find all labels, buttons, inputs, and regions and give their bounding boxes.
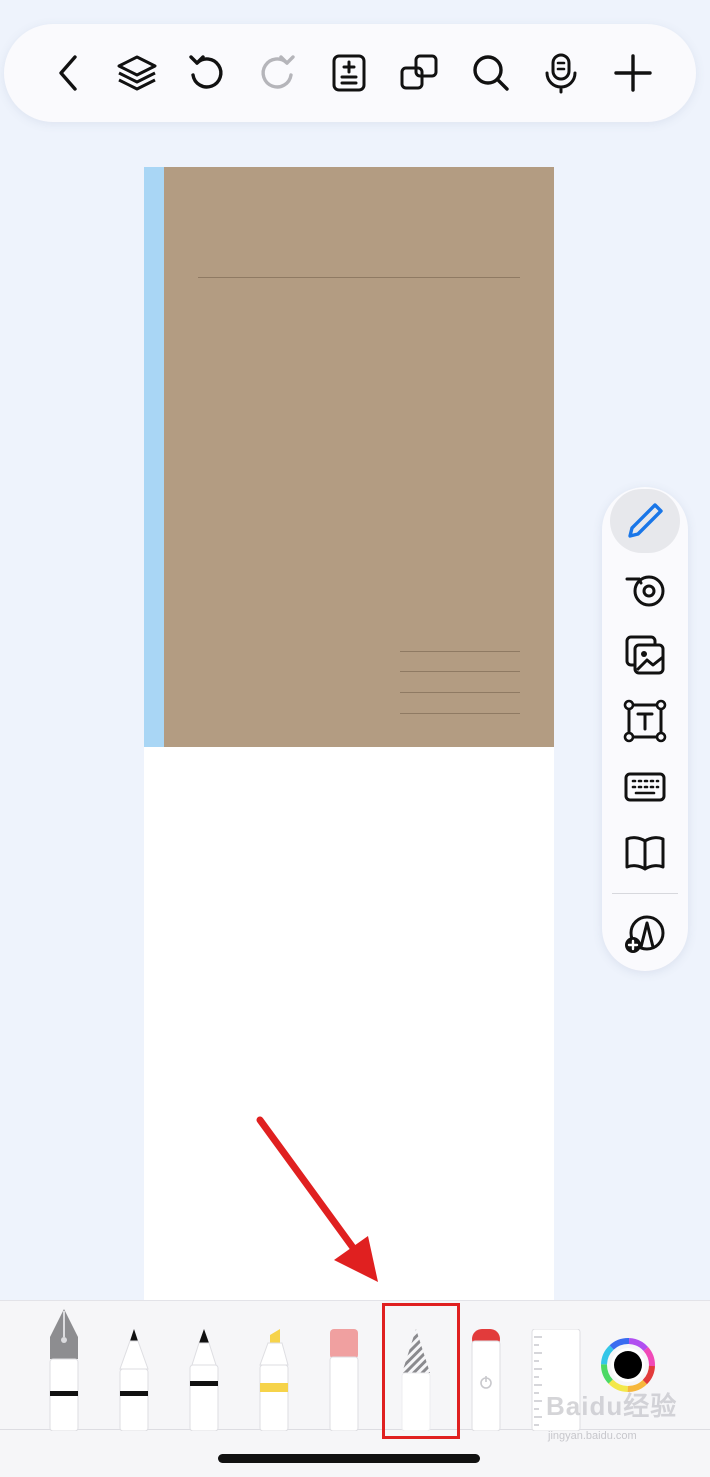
shape-add-icon bbox=[625, 915, 665, 953]
cover-info-line bbox=[400, 692, 520, 693]
undo-button[interactable] bbox=[172, 24, 242, 122]
image-tool-button[interactable] bbox=[610, 623, 680, 687]
cover-title-line bbox=[198, 277, 520, 278]
eraser-icon bbox=[329, 1329, 359, 1431]
image-icon bbox=[625, 635, 665, 675]
search-icon bbox=[473, 55, 509, 91]
color-wheel-icon bbox=[601, 1338, 655, 1392]
tape-icon bbox=[625, 575, 665, 607]
shape-add-button[interactable] bbox=[610, 901, 680, 965]
highlighter-tool[interactable] bbox=[254, 1329, 294, 1431]
cover-info-line bbox=[400, 671, 520, 672]
page-add-icon bbox=[332, 54, 366, 92]
keyboard-icon bbox=[624, 772, 666, 802]
selected-color-swatch bbox=[614, 1351, 642, 1379]
cover-info-line bbox=[400, 713, 520, 714]
microphone-button[interactable] bbox=[526, 24, 596, 122]
eraser-tool[interactable] bbox=[324, 1329, 364, 1431]
pen-tray bbox=[0, 1300, 710, 1477]
color-picker-button[interactable] bbox=[600, 1337, 656, 1393]
book-icon bbox=[625, 836, 665, 871]
pencil-highlight-annotation bbox=[382, 1303, 460, 1439]
copy-icon bbox=[400, 54, 438, 90]
fountain-pen-tool[interactable] bbox=[44, 1307, 84, 1431]
fineliner-icon bbox=[189, 1329, 219, 1431]
lasso-icon bbox=[471, 1329, 501, 1431]
fineliner-tool[interactable] bbox=[184, 1329, 224, 1431]
fountain-pen-icon bbox=[49, 1309, 79, 1431]
undo-icon bbox=[189, 55, 223, 89]
back-button[interactable] bbox=[34, 24, 104, 122]
watermark-logo: Baidu经验 bbox=[546, 1391, 678, 1421]
redo-icon bbox=[261, 55, 295, 89]
textbox-tool-button[interactable] bbox=[610, 689, 680, 753]
watermark: Baidu经验 jingyan.baidu.com bbox=[540, 1393, 700, 1443]
annotation-arrow-icon bbox=[256, 1116, 378, 1282]
ballpoint-pen-tool[interactable] bbox=[114, 1329, 154, 1431]
book-tool-button[interactable] bbox=[610, 821, 680, 885]
cover-info-line bbox=[400, 651, 520, 652]
highlighter-icon bbox=[259, 1329, 289, 1431]
top-toolbar bbox=[4, 24, 696, 122]
redo-button[interactable] bbox=[242, 24, 312, 122]
copy-button[interactable] bbox=[384, 24, 454, 122]
layers-icon bbox=[117, 55, 157, 91]
home-indicator[interactable] bbox=[218, 1454, 480, 1463]
notebook-spine bbox=[144, 167, 164, 747]
notebook-cover[interactable] bbox=[144, 167, 554, 747]
ballpoint-pen-icon bbox=[119, 1329, 149, 1431]
add-icon bbox=[614, 54, 652, 92]
back-icon bbox=[59, 55, 77, 91]
search-button[interactable] bbox=[456, 24, 526, 122]
lasso-tool[interactable] bbox=[466, 1329, 506, 1431]
page-add-button[interactable] bbox=[314, 24, 384, 122]
watermark-url: jingyan.baidu.com bbox=[548, 1430, 637, 1442]
panel-divider bbox=[612, 893, 678, 894]
pen-icon bbox=[628, 503, 663, 538]
side-tool-panel bbox=[602, 487, 688, 971]
pen-tool-button[interactable] bbox=[610, 489, 680, 553]
microphone-icon bbox=[545, 53, 577, 94]
tape-tool-button[interactable] bbox=[610, 557, 680, 621]
textbox-icon bbox=[623, 699, 667, 743]
add-button[interactable] bbox=[598, 24, 668, 122]
layers-button[interactable] bbox=[102, 24, 172, 122]
keyboard-tool-button[interactable] bbox=[610, 755, 680, 819]
